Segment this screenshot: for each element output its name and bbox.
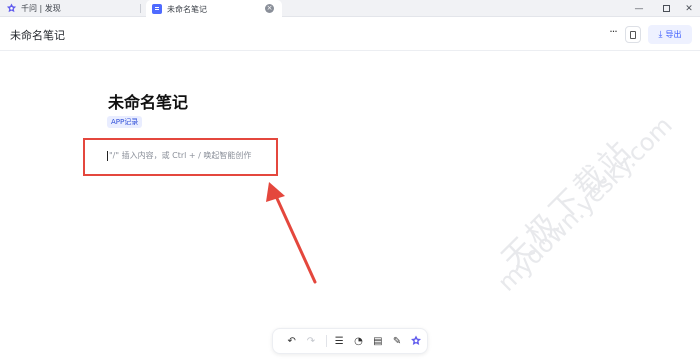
download-icon: ⤓ xyxy=(658,29,663,40)
document-title[interactable]: 未命名笔记 xyxy=(108,89,188,113)
export-button[interactable]: ⤓ 导出 xyxy=(648,25,692,44)
list-icon[interactable]: ☰ xyxy=(331,332,348,350)
annotation-arrow xyxy=(266,182,317,284)
speed-icon[interactable]: ◔ xyxy=(350,332,367,350)
undo-icon[interactable]: ↶ xyxy=(283,332,300,350)
tab-label: 未命名笔记 xyxy=(167,4,207,14)
note-header: 未命名笔记 ··· ⤓ 导出 xyxy=(0,18,700,51)
watermark-text: 天极下载站 xyxy=(494,131,640,277)
qianwen-logo-icon xyxy=(6,3,17,13)
document-icon xyxy=(152,4,162,14)
editor-input[interactable]: "/" 插入内容，或 Ctrl + / 唤起智能创作 xyxy=(107,150,251,161)
watermark-url: mydown.yesky.com xyxy=(492,111,678,297)
more-options-icon[interactable]: ··· xyxy=(604,26,622,42)
highlight-box: "/" 插入内容，或 Ctrl + / 唤起智能创作 xyxy=(83,138,278,176)
magic-icon[interactable]: ✎ xyxy=(388,332,405,350)
maximize-icon xyxy=(662,5,670,12)
tab-label: 千问 | 发现 xyxy=(21,4,61,13)
app-record-badge: APP记录 xyxy=(107,116,143,128)
qianwen-logo-button[interactable] xyxy=(408,332,425,350)
watermark: 天极下载站 mydown.yesky.com xyxy=(470,80,690,300)
qianwen-logo-icon xyxy=(411,335,422,345)
tab-divider xyxy=(140,4,141,13)
editor-placeholder: "/" 插入内容，或 Ctrl + / 唤起智能创作 xyxy=(109,151,252,160)
close-tab-icon[interactable]: × xyxy=(265,4,274,13)
bottom-toolbar: ↶ ↷ ☰ ◔ ▤ ✎ xyxy=(272,328,428,354)
title-bar: 千问 | 发现 未命名笔记 × — ✕ xyxy=(0,0,700,18)
redo-icon[interactable]: ↷ xyxy=(302,332,319,350)
page-title: 未命名笔记 xyxy=(10,29,65,42)
toolbar-divider xyxy=(325,335,327,347)
clipboard-icon xyxy=(630,30,636,39)
tab-untitled-note[interactable]: 未命名笔记 × xyxy=(146,0,282,18)
export-label: 导出 xyxy=(665,30,682,39)
text-caret xyxy=(107,150,108,161)
maximize-button[interactable] xyxy=(655,0,677,17)
note-icon[interactable]: ▤ xyxy=(369,332,386,350)
close-window-button[interactable]: ✕ xyxy=(678,0,700,17)
tab-discover[interactable]: 千问 | 发现 xyxy=(6,0,136,17)
clipboard-button[interactable] xyxy=(625,26,641,43)
minimize-button[interactable]: — xyxy=(628,0,650,17)
